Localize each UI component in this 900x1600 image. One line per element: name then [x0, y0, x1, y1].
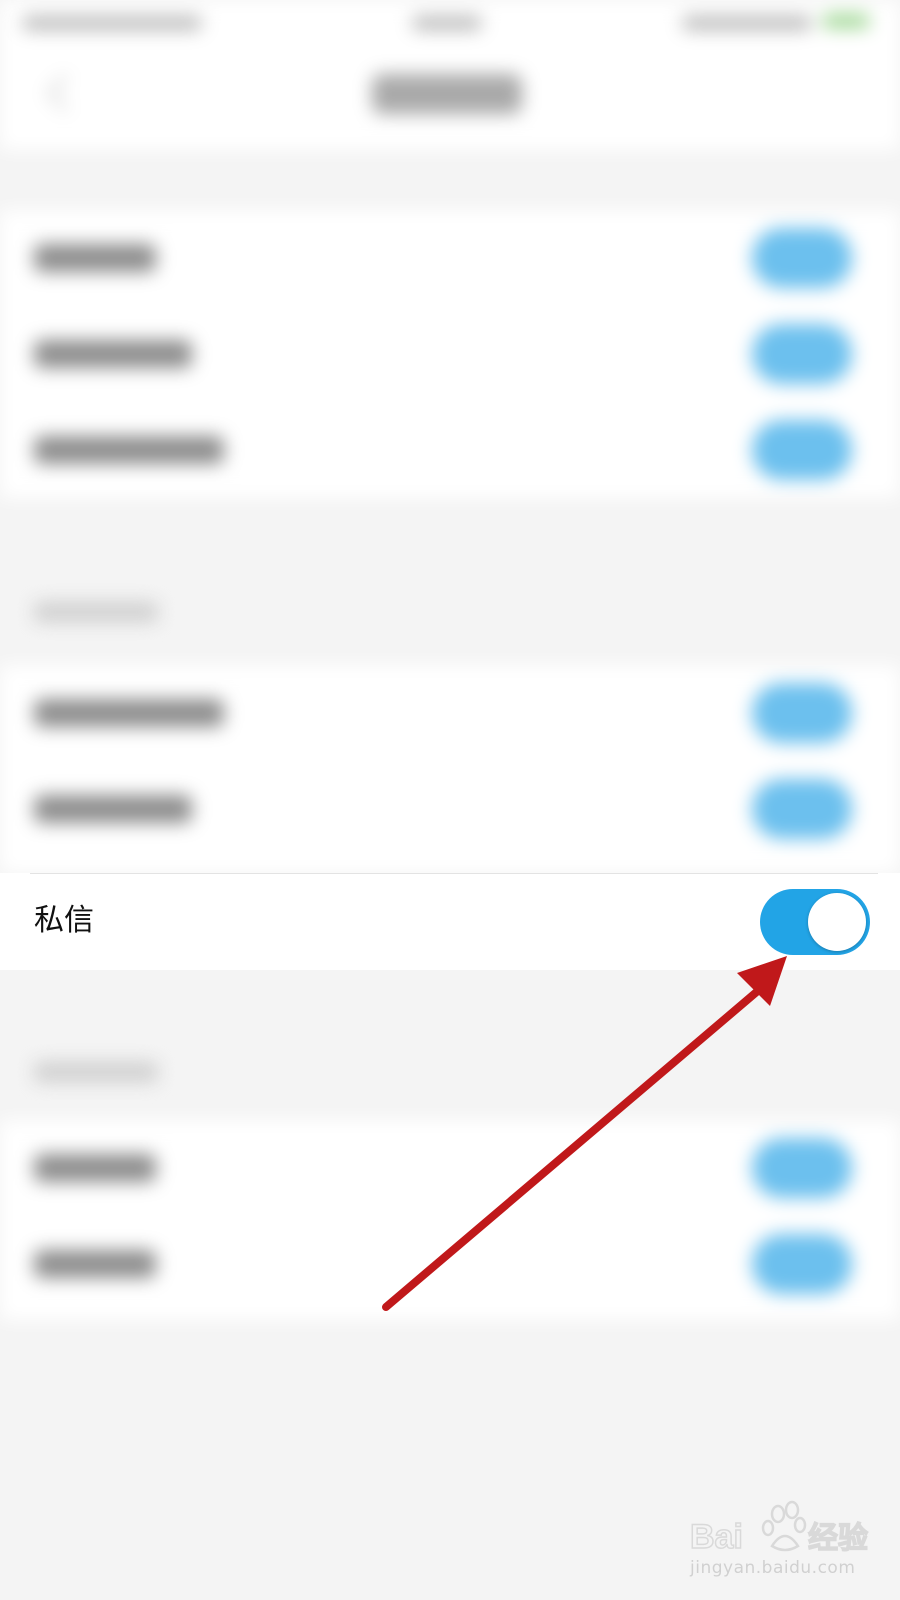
blurred-background: [0, 0, 900, 1600]
divider: [30, 873, 878, 874]
toggle-switch[interactable]: [752, 1234, 852, 1294]
toggle-switch[interactable]: [752, 1138, 852, 1198]
watermark-url: jingyan.baidu.com: [690, 1558, 856, 1578]
private-message-setting-row[interactable]: 私信: [0, 873, 900, 970]
list-item[interactable]: [0, 210, 900, 306]
page-title: [372, 74, 522, 114]
settings-group-1: [0, 210, 900, 498]
section-header: [34, 602, 158, 622]
list-item[interactable]: [0, 665, 900, 761]
settings-group-3: [0, 1120, 900, 1320]
settings-group-2: [0, 665, 900, 873]
list-item[interactable]: [0, 306, 900, 402]
private-message-toggle[interactable]: [760, 889, 870, 955]
section-header: [34, 1062, 158, 1082]
nav-bar: [0, 50, 900, 150]
svg-text:经验: 经验: [808, 1521, 868, 1555]
list-item[interactable]: [0, 402, 900, 498]
settings-screen: 私信 Bai 经验 jingyan.baidu.com: [0, 0, 900, 1600]
list-item[interactable]: [0, 761, 900, 857]
toggle-switch[interactable]: [752, 683, 852, 743]
list-item[interactable]: [0, 1216, 900, 1312]
toggle-switch[interactable]: [752, 420, 852, 480]
svg-text:Bai: Bai: [690, 1518, 743, 1556]
toggle-switch[interactable]: [752, 324, 852, 384]
list-item[interactable]: [0, 1120, 900, 1216]
toggle-switch[interactable]: [752, 779, 852, 839]
toggle-knob: [808, 893, 866, 951]
back-icon[interactable]: [46, 74, 84, 112]
toggle-switch[interactable]: [752, 228, 852, 288]
private-message-label: 私信: [34, 903, 94, 938]
baidu-jingyan-logo: Bai 经验: [689, 1500, 869, 1557]
status-bar: [0, 0, 900, 50]
watermark: Bai 经验 jingyan.baidu.com: [689, 1500, 890, 1590]
